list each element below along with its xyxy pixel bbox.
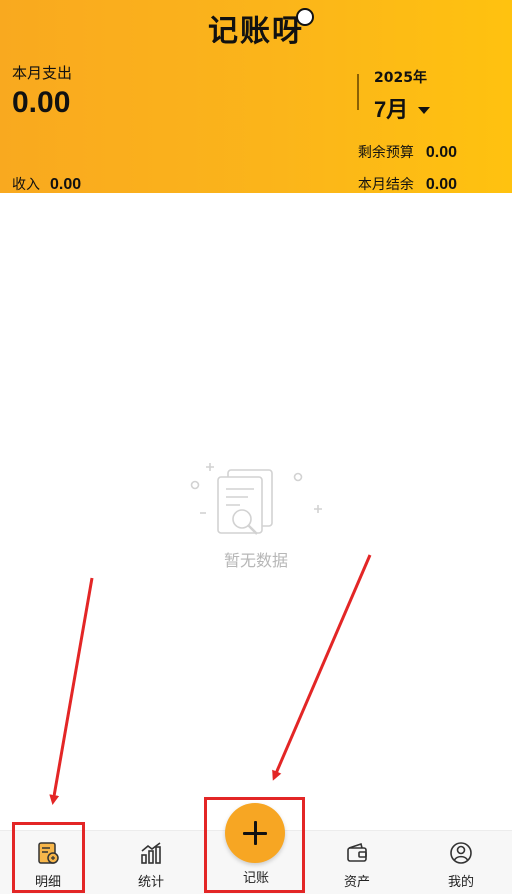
- balance-label: 本月结余: [357, 177, 414, 193]
- balance-value: 0.00: [425, 176, 457, 193]
- stats-icon: [141, 842, 161, 864]
- month-picker[interactable]: 7月: [374, 92, 431, 124]
- budget-value: 0.00: [425, 144, 457, 161]
- annotation-box-add: [204, 797, 305, 893]
- date-divider: [357, 74, 359, 110]
- tab-assets-label: 资产: [343, 875, 370, 890]
- annotation-box-detail: [12, 822, 85, 893]
- empty-state-text: 暂无数据: [223, 551, 288, 570]
- tab-assets[interactable]: 资产: [317, 841, 397, 890]
- tab-mine[interactable]: 我的: [421, 841, 501, 890]
- month-expense-value: 0.00: [12, 86, 71, 119]
- tab-stats-label: 统计: [137, 875, 164, 890]
- wallet-icon: [347, 842, 367, 862]
- annotation-arrow-add: [272, 554, 372, 781]
- income-label: 收入: [12, 177, 40, 193]
- budget-label: 剩余预算: [357, 145, 414, 161]
- logo-eye-icon: [296, 8, 314, 26]
- app-title: 记账呀: [0, 6, 512, 50]
- income-summary: 收入 0.00: [12, 174, 81, 194]
- month-label: 7月: [374, 97, 409, 122]
- summary-header: 记账呀 本月支出 0.00 收入 0.00 2025年 7月 剩余预算 0.00…: [0, 0, 512, 193]
- caret-down-icon: [418, 106, 431, 114]
- profile-icon: [450, 842, 472, 864]
- month-expense-label: 本月支出: [12, 64, 73, 82]
- no-data-illustration-icon: [190, 463, 322, 535]
- remaining-budget: 剩余预算 0.00: [358, 142, 457, 162]
- annotation-arrow-detail: [49, 577, 94, 805]
- income-value: 0.00: [50, 176, 82, 193]
- tab-mine-label: 我的: [447, 875, 474, 890]
- month-balance: 本月结余 0.00: [358, 174, 457, 194]
- tab-stats[interactable]: 统计: [111, 841, 191, 890]
- year-label: 2025年: [374, 70, 427, 86]
